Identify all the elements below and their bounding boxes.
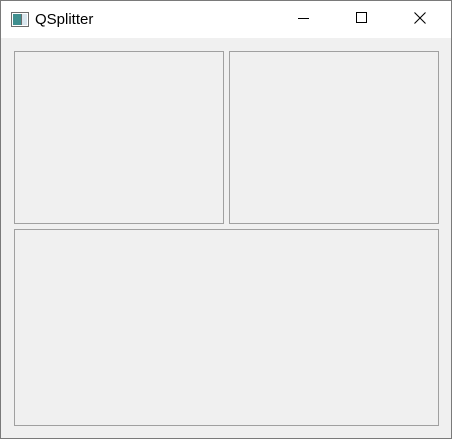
splitter-client-area	[1, 38, 451, 438]
minimize-icon	[298, 11, 310, 29]
bottom-frame[interactable]	[14, 229, 439, 426]
title-bar[interactable]: QSplitter	[1, 1, 451, 38]
top-left-frame[interactable]	[14, 51, 224, 224]
close-button[interactable]	[397, 1, 443, 38]
qsplitter-window: QSplitter	[0, 0, 452, 439]
maximize-button[interactable]	[339, 1, 385, 38]
qt-window-icon	[11, 12, 29, 27]
maximize-icon	[356, 11, 368, 29]
top-right-frame[interactable]	[229, 51, 439, 224]
window-title: QSplitter	[35, 11, 94, 28]
close-icon	[414, 11, 426, 29]
minimize-button[interactable]	[281, 1, 327, 38]
